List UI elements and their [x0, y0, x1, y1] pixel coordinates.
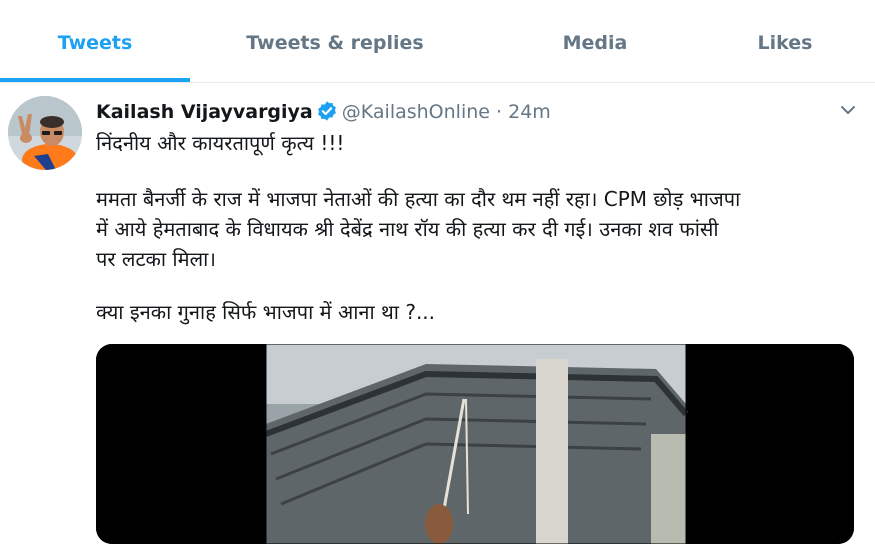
tweet-header: Kailash Vijayvargiya @KailashOnline · 24m — [96, 97, 551, 127]
avatar-image — [8, 96, 82, 170]
chevron-down-icon[interactable] — [839, 101, 857, 123]
tab-likes[interactable]: Likes — [710, 0, 860, 82]
profile-tabs: Tweets Tweets & replies Media Likes — [0, 0, 875, 83]
tab-media[interactable]: Media — [480, 0, 710, 82]
tweet-text-line: निंदनीय और कायरतापूर्ण कृत्य !!! — [96, 131, 345, 155]
avatar[interactable] — [8, 96, 82, 170]
tweet-timestamp[interactable]: 24m — [508, 101, 551, 123]
active-tab-indicator — [0, 78, 190, 82]
tweet-text-line: में आये हेमताबाद के विधायक श्री देबेंद्र… — [96, 217, 719, 241]
author-name[interactable]: Kailash Vijayvargiya — [96, 101, 313, 123]
verified-badge-icon — [316, 100, 338, 131]
tab-tweets[interactable]: Tweets — [0, 0, 190, 82]
tab-tweets-and-replies[interactable]: Tweets & replies — [190, 0, 480, 82]
tweet-media-video[interactable] — [96, 344, 854, 544]
tweet-text-line: क्या इनका गुनाह सिर्फ भाजपा में आना था ?… — [96, 300, 436, 324]
tweet-text-line: पर लटका मिला। — [96, 247, 216, 271]
author-handle[interactable]: @KailashOnline — [342, 101, 490, 123]
video-thumbnail — [96, 344, 854, 544]
tweet[interactable]: Kailash Vijayvargiya @KailashOnline · 24m… — [0, 83, 875, 544]
separator-dot: · — [496, 101, 503, 123]
tweet-text-line: ममता बैनर्जी के राज में भाजपा नेताओं की … — [96, 187, 741, 211]
